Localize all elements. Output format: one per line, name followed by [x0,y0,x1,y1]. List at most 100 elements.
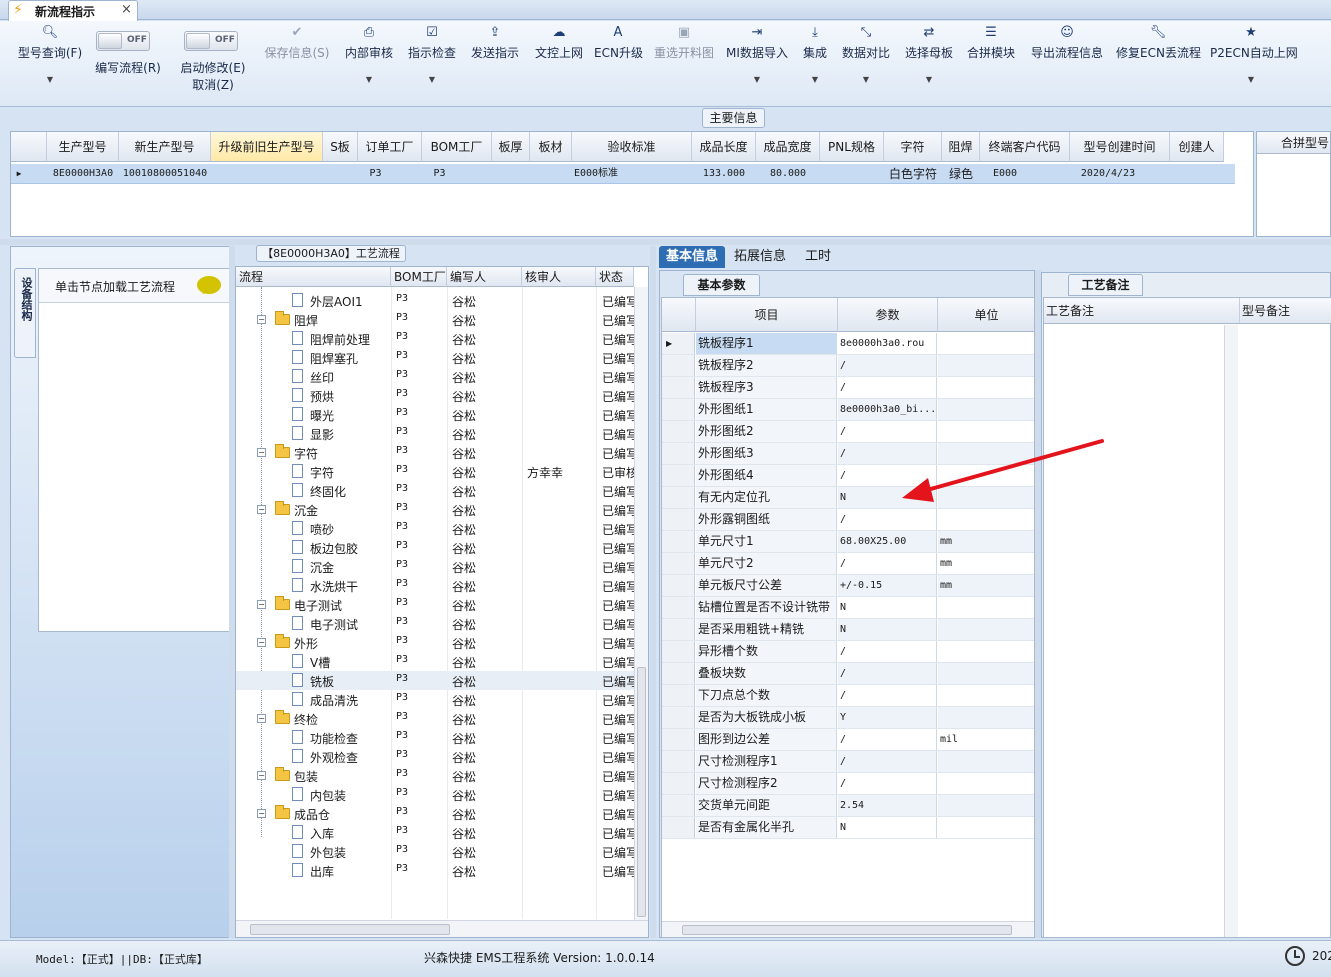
col-header[interactable]: BOM工厂 [391,267,447,287]
cell[interactable]: 8E0000H3A0 [47,165,119,183]
param-value-cell[interactable]: N [838,817,937,838]
row-header[interactable] [662,553,695,574]
col-header[interactable]: 流程 [236,267,391,287]
param-value-cell[interactable]: / [838,685,937,706]
param-row[interactable]: 外形图纸2/ [662,421,1034,443]
tree-folder-row[interactable]: − 包装 P3 谷松 已编写 [236,766,638,785]
col-header[interactable]: 状态 [596,267,634,287]
tree-horizontal-scrollbar[interactable] [236,920,648,937]
ecn-upgrade-button[interactable]: A ECN升级 [594,25,643,105]
cell[interactable]: 133.000 [692,165,756,183]
param-unit-cell[interactable] [938,487,1034,508]
tree-leaf-row[interactable]: 出库 P3 谷松 已编写 [236,861,638,880]
row-header[interactable] [662,399,695,420]
tree-leaf-row[interactable]: 外观检查 P3 谷松 已编写 [236,747,638,766]
tree-folder-row[interactable]: − 字符 P3 谷松 已编写 [236,443,638,462]
close-tab-icon[interactable]: × [121,2,132,17]
reselect-image-button[interactable]: ▣ 重选开料图 [652,25,716,105]
param-row[interactable]: 单元尺寸1 68.00X25.00 mm [662,531,1034,553]
param-unit-cell[interactable] [938,465,1034,486]
tab-process-notes[interactable]: 工艺备注 [1068,274,1143,296]
param-row[interactable]: 下刀点总个数 / [662,685,1034,707]
col-header[interactable]: 板厚 [492,132,530,162]
row-header[interactable] [662,465,695,486]
cell[interactable]: E000 [980,165,1030,183]
col-header[interactable]: 参数 [838,298,938,332]
document-tab[interactable]: ⚡ 新流程指示 × [8,0,138,21]
vertical-splitter[interactable] [650,246,656,938]
tree-leaf-row[interactable]: 字符 P3 谷松 方幸幸 已审核 [236,462,638,481]
instruction-check-button[interactable]: ☑ 指示检查 ▼ [405,25,459,105]
param-row[interactable]: 是否为大板铣成小板 Y [662,707,1034,729]
collapse-icon[interactable]: − [257,714,266,723]
param-value-cell[interactable]: 68.00X25.00 [838,531,937,552]
param-unit-cell[interactable] [938,773,1034,794]
param-row[interactable]: 铣板程序3/ [662,377,1034,399]
model-query-button[interactable]: 🔍︎ 型号查询(F) ▼ [14,25,86,105]
tree-leaf-row[interactable]: 外层AOI1 P3 谷松 已编写 [236,291,638,310]
row-header[interactable] [662,795,695,816]
cell[interactable]: 绿色 [942,165,980,183]
save-info-button[interactable]: ✔ 保存信息(S) [262,25,332,105]
integrate-button[interactable]: ⤓ 集成 ▼ [800,25,830,105]
row-header[interactable] [662,707,695,728]
param-unit-cell[interactable] [938,641,1034,662]
cancel-label[interactable]: 取消(Z) [190,76,236,93]
tree-leaf-row[interactable]: 曝光 P3 谷松 已编写 [236,405,638,424]
param-row[interactable]: 图形到边公差 / mil [662,729,1034,751]
cell[interactable]: 2020/4/23 [1070,165,1146,183]
collapse-icon[interactable]: − [257,809,266,818]
param-unit-cell[interactable] [938,399,1034,420]
col-header[interactable]: 新生产型号 [119,132,211,162]
col-header[interactable]: 成品宽度 [756,132,820,162]
tree-leaf-row[interactable]: 铣板 P3 谷松 已编写 [236,671,638,690]
row-header[interactable] [662,751,695,772]
param-value-cell[interactable]: / [838,443,937,464]
param-unit-cell[interactable]: mm [938,553,1034,574]
data-compare-button[interactable]: ⤡ 数据对比 ▼ [840,25,892,105]
fix-ecn-button[interactable]: 🔧︎ 修复ECN丢流程 [1116,25,1201,105]
row-header[interactable] [662,531,695,552]
col-header[interactable]: 验收标准 [572,132,692,162]
param-value-cell[interactable]: / [838,663,937,684]
param-unit-cell[interactable] [938,685,1034,706]
row-header[interactable] [662,443,695,464]
param-unit-cell[interactable] [938,751,1034,772]
row-header[interactable] [662,729,695,750]
row-header[interactable] [662,487,695,508]
param-row[interactable]: 是否采用粗铣+精铣 N [662,619,1034,641]
tree-leaf-row[interactable]: 内包装 P3 谷松 已编写 [236,785,638,804]
param-unit-cell[interactable] [938,663,1034,684]
param-value-cell[interactable]: N [838,487,937,508]
row-header[interactable] [662,685,695,706]
row-header[interactable] [662,597,695,618]
col-header[interactable]: 生产型号 [47,132,119,162]
tree-folder-row[interactable]: − 沉金 P3 谷松 已编写 [236,500,638,519]
tree-leaf-row[interactable]: 水洗烘干 P3 谷松 已编写 [236,576,638,595]
tree-leaf-row[interactable]: 喷砂 P3 谷松 已编写 [236,519,638,538]
col-header[interactable]: 板材 [530,132,572,162]
param-unit-cell[interactable] [938,421,1034,442]
param-value-cell[interactable]: / [838,641,937,662]
row-header[interactable]: ▶ [662,333,695,354]
param-unit-cell[interactable] [938,509,1034,530]
param-unit-cell[interactable] [938,817,1034,838]
collapse-icon[interactable]: − [257,448,266,457]
col-header[interactable]: 创建人 [1170,132,1224,162]
col-header[interactable]: BOM工厂 [422,132,492,162]
col-header[interactable]: 订单工厂 [358,132,422,162]
tree-folder-row[interactable]: − 终检 P3 谷松 已编写 [236,709,638,728]
internal-audit-button[interactable]: ⎙ 内部审核 ▼ [342,25,396,105]
param-value-cell[interactable]: / [838,773,937,794]
tree-leaf-row[interactable]: 功能检查 P3 谷松 已编写 [236,728,638,747]
tab-work-hours[interactable]: 工时 [799,246,837,268]
tree-leaf-row[interactable]: 成品清洗 P3 谷松 已编写 [236,690,638,709]
row-header[interactable] [662,355,695,376]
param-unit-cell[interactable] [938,333,1034,354]
start-modify-toggle[interactable]: OFF [184,31,238,51]
tree-leaf-row[interactable]: 阻焊塞孔 P3 谷松 已编写 [236,348,638,367]
col-header[interactable]: 工艺备注 [1044,298,1240,324]
param-unit-cell[interactable]: mil [938,729,1034,750]
collapse-icon[interactable]: − [257,638,266,647]
row-header[interactable] [662,663,695,684]
